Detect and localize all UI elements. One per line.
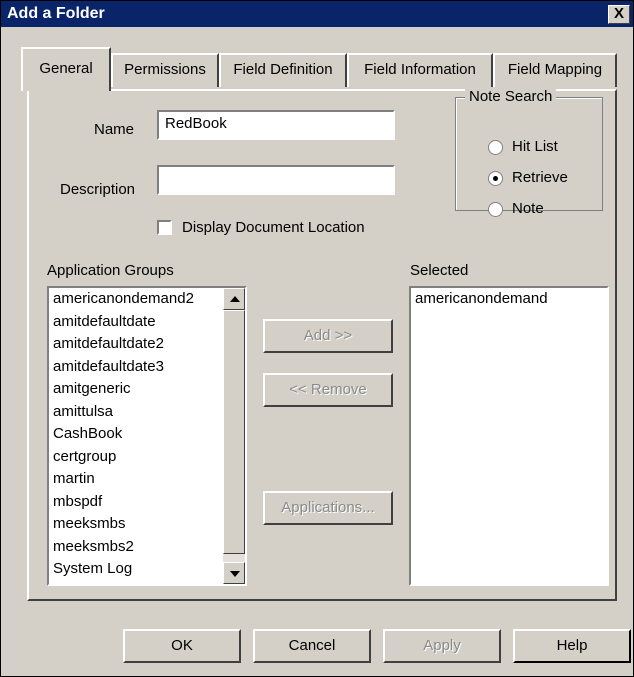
application-group-list-item[interactable]: mbspdf xyxy=(49,491,245,514)
dialog-title: Add a Folder xyxy=(7,5,105,22)
help-button[interactable]: Help xyxy=(513,629,631,663)
note-radio[interactable] xyxy=(488,202,503,217)
application-group-list-item[interactable]: meeksmbs xyxy=(49,513,245,536)
name-label: Name xyxy=(94,121,135,138)
application-groups-label: Application Groups xyxy=(47,262,174,279)
note-search-title: Note Search xyxy=(465,88,557,105)
tab-general[interactable]: General xyxy=(21,47,111,91)
application-groups-list[interactable]: americanondemand2 amitdefaultdate amitdefa… xyxy=(47,286,247,586)
application-groups-items: americanondemand2 amitdefaultdate amitdefa… xyxy=(49,288,245,581)
tab-permissions[interactable]: Permissions xyxy=(111,53,219,87)
selected-items: americanondemand xyxy=(411,288,607,311)
tab-field-mapping[interactable]: Field Mapping xyxy=(493,53,617,87)
add-folder-dialog: Add a Folder X General Permissions Field… xyxy=(0,0,634,677)
selected-list[interactable]: americanondemand xyxy=(409,286,609,586)
tab-field-definition[interactable]: Field Definition xyxy=(219,53,347,87)
application-group-list-item[interactable]: americanondemand2 xyxy=(49,288,245,311)
application-group-list-item[interactable]: System Log xyxy=(49,558,245,581)
selected-list-item[interactable]: americanondemand xyxy=(411,288,607,311)
scroll-up-button[interactable] xyxy=(223,288,245,310)
applications-button[interactable]: Applications... xyxy=(263,491,393,525)
display-location-checkbox[interactable] xyxy=(157,220,172,235)
application-group-list-item[interactable]: amitdefaultdate xyxy=(49,311,245,334)
retrieve-label: Retrieve xyxy=(512,169,568,186)
remove-button[interactable]: << Remove xyxy=(263,373,393,407)
application-group-list-item[interactable]: amitdefaultdate3 xyxy=(49,356,245,379)
up-arrow-icon xyxy=(230,296,240,302)
application-group-list-item[interactable]: martin xyxy=(49,468,245,491)
scroll-thumb[interactable] xyxy=(223,310,245,554)
add-button[interactable]: Add >> xyxy=(263,319,393,353)
retrieve-radio[interactable] xyxy=(488,171,503,186)
tab-field-information[interactable]: Field Information xyxy=(347,53,493,87)
application-group-list-item[interactable]: CashBook xyxy=(49,423,245,446)
scroll-down-button[interactable] xyxy=(223,562,245,584)
application-groups-scrollbar[interactable] xyxy=(223,288,245,584)
application-group-list-item[interactable]: amittulsa xyxy=(49,401,245,424)
display-location-label: Display Document Location xyxy=(182,219,365,236)
application-group-list-item[interactable]: certgroup xyxy=(49,446,245,469)
selected-label: Selected xyxy=(410,262,469,279)
apply-button[interactable]: Apply xyxy=(383,629,501,663)
cancel-button[interactable]: Cancel xyxy=(253,629,371,663)
hit-list-label: Hit List xyxy=(512,138,558,155)
hit-list-radio[interactable] xyxy=(488,140,503,155)
description-label: Description xyxy=(60,181,136,198)
radio-selected-dot xyxy=(493,176,498,181)
close-button[interactable]: X xyxy=(608,5,630,24)
application-group-list-item[interactable]: meeksmbs2 xyxy=(49,536,245,559)
description-input[interactable] xyxy=(157,165,395,195)
application-group-list-item[interactable]: amitdefaultdate2 xyxy=(49,333,245,356)
application-group-list-item[interactable]: amitgeneric xyxy=(49,378,245,401)
title-bar: Add a Folder X xyxy=(1,1,633,27)
ok-button[interactable]: OK xyxy=(123,629,241,663)
note-label: Note xyxy=(512,200,544,217)
name-input[interactable]: RedBook xyxy=(157,110,395,140)
down-arrow-icon xyxy=(230,571,240,577)
